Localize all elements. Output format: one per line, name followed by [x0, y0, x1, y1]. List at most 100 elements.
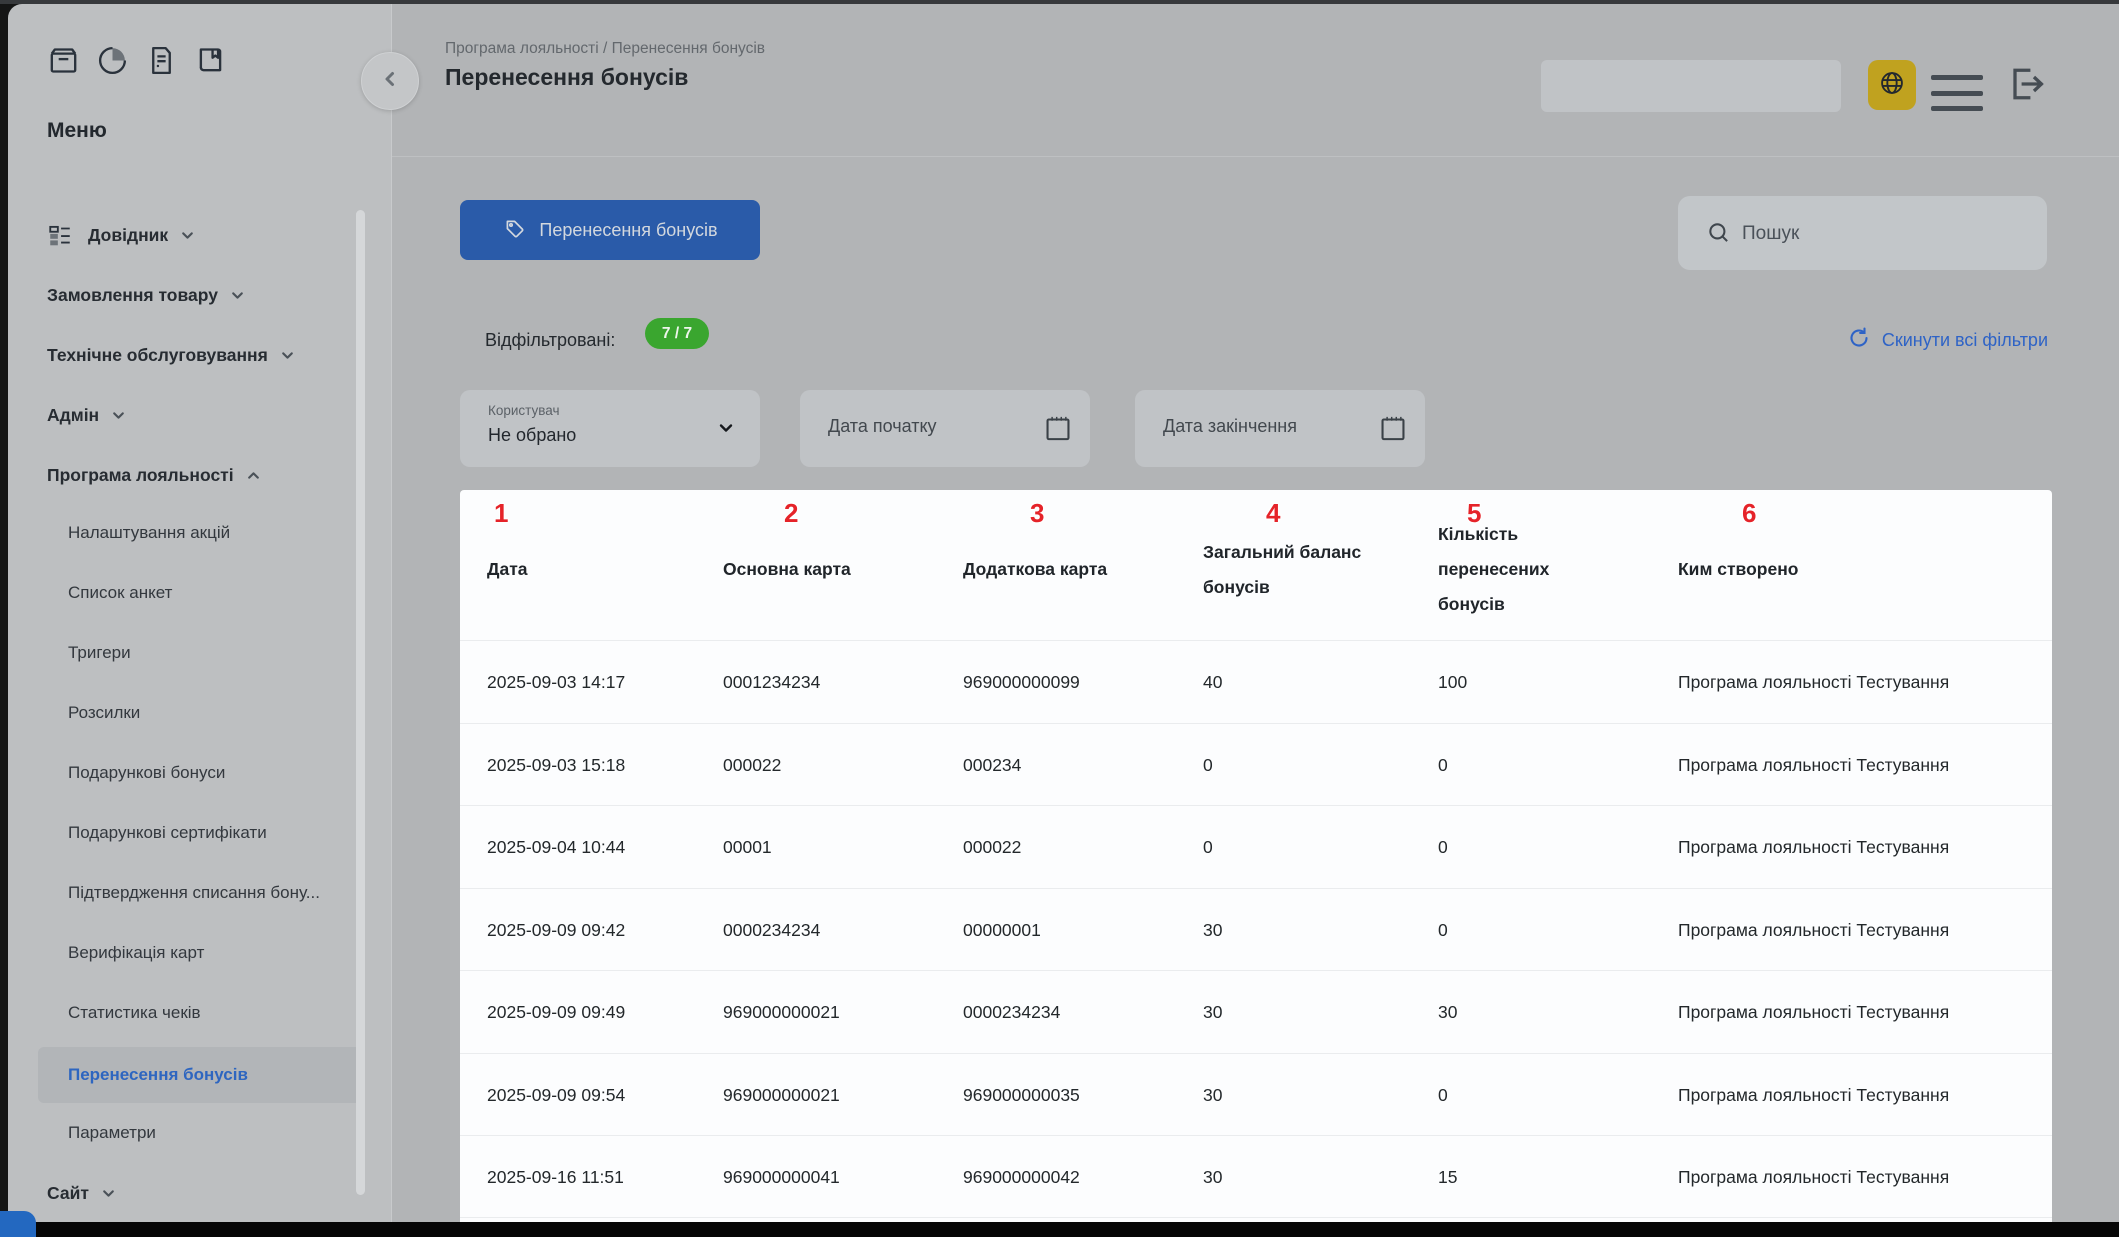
sidebar-item-loyalty-7[interactable]: Верифікація карт — [68, 938, 371, 968]
cell-date: 2025-09-09 09:49 — [487, 971, 625, 1054]
cell-transferred: 15 — [1438, 1136, 1457, 1219]
sidebar-item-section-0[interactable]: Довідник — [47, 220, 371, 250]
sidebar-item-label: Статистика чеків — [68, 1003, 201, 1023]
book-icon[interactable] — [194, 44, 227, 77]
table-row[interactable]: 2025-09-03 14:17000123423496900000009940… — [460, 640, 2052, 724]
table-row[interactable]: 2025-09-09 09:54 969000000021 969000000035… — [460, 1053, 2052, 1137]
sidebar-item-loyalty-5[interactable]: Подарункові сертифікати — [68, 818, 371, 848]
cell-balance: 30 — [1203, 889, 1222, 972]
hamburger-icon — [1931, 75, 1983, 80]
filtered-count-badge: 7 / 7 — [645, 318, 709, 349]
calendar-icon — [1042, 411, 1074, 450]
cell-created-by: Програма лояльності Тестування — [1678, 971, 1949, 1054]
window-top-edge — [0, 0, 2119, 4]
cell-extra-card: 000022 — [963, 806, 1021, 889]
cell-created-by: Програма лояльності Тестування — [1678, 724, 1949, 807]
column-annotation-1: 1 — [494, 498, 508, 529]
sidebar-item-label: Підтвердження списання бону... — [68, 883, 320, 903]
archive-box-icon[interactable] — [47, 44, 80, 77]
cell-balance: 30 — [1203, 1136, 1222, 1219]
document-icon[interactable] — [145, 44, 178, 77]
user-filter-dropdown[interactable]: Користувач Не обрано — [460, 390, 760, 467]
sidebar-item-label: Технічне обслуговування — [47, 345, 268, 366]
sidebar-item-section-2[interactable]: Технічне обслуговування — [47, 340, 371, 370]
sidebar-item-loyalty-4[interactable]: Подарункові бонуси — [68, 758, 371, 788]
page-title: Перенесення бонусів — [445, 64, 688, 91]
calendar-icon — [1377, 411, 1409, 450]
refresh-icon — [1847, 326, 1871, 355]
sidebar-item-section-1[interactable]: Замовлення товару — [47, 280, 371, 310]
globe-icon — [1878, 69, 1906, 102]
sidebar-item-label: Параметри — [68, 1123, 156, 1143]
list-icon — [47, 222, 73, 248]
cell-balance: 0 — [1203, 806, 1213, 889]
sidebar-item-label: Налаштування акцій — [68, 523, 230, 543]
sidebar-item-loyalty-8[interactable]: Статистика чеків — [68, 998, 371, 1028]
sidebar-item-loyalty-10[interactable]: Параметри — [68, 1118, 371, 1148]
reset-filters-link[interactable]: Скинути всі фільтри — [1847, 326, 2048, 355]
column-annotation-3: 3 — [1030, 498, 1044, 529]
table-row[interactable]: 2025-09-03 15:1800002200023400Програма л… — [460, 723, 2052, 807]
sidebar-item-loyalty-2[interactable]: Тригери — [68, 638, 371, 668]
cell-date: 2025-09-09 09:54 — [487, 1054, 625, 1137]
logout-button[interactable] — [2003, 62, 2049, 110]
user-filter-value: Не обрано — [488, 425, 576, 446]
chevron-left-icon — [381, 70, 399, 93]
chevron-down-icon — [716, 418, 736, 443]
main-content: Програма лояльності / Перенесення бонусі… — [391, 4, 2119, 1222]
sidebar-item-loyalty-3[interactable]: Розсилки — [68, 698, 371, 728]
sidebar-item-label: Подарункові сертифікати — [68, 823, 267, 843]
cell-created-by: Програма лояльності Тестування — [1678, 806, 1949, 889]
sidebar-item-label: Сайт — [47, 1183, 89, 1204]
table-row[interactable]: 2025-09-09 09:49969000000021000023423430… — [460, 970, 2052, 1054]
cell-date: 2025-09-04 10:44 — [487, 806, 625, 889]
sidebar-collapse-button[interactable] — [361, 52, 419, 110]
cell-balance: 30 — [1203, 1054, 1222, 1137]
table-row[interactable]: 2025-09-09 09:42000023423400000001300Про… — [460, 888, 2052, 972]
cell-extra-card: 969000000035 — [963, 1054, 1080, 1137]
sidebar-item-loyalty-1[interactable]: Список анкет — [68, 578, 371, 608]
cell-main-card: 969000000041 — [723, 1136, 840, 1219]
bottom-left-blue-element — [0, 1211, 36, 1237]
cell-main-card: 969000000021 — [723, 1054, 840, 1137]
sidebar-item-label: Замовлення товару — [47, 285, 218, 306]
sidebar-item-loyalty-9-active[interactable]: Перенесення бонусів — [38, 1047, 365, 1103]
pie-chart-icon[interactable] — [96, 44, 129, 77]
cell-created-by: Програма лояльності Тестування — [1678, 641, 1949, 724]
sidebar-item-label: Перенесення бонусів — [68, 1065, 248, 1085]
tag-icon — [502, 216, 526, 245]
cell-transferred: 30 — [1438, 971, 1457, 1054]
date-start-placeholder: Дата початку — [828, 416, 937, 437]
sidebar-item-loyalty-0[interactable]: Налаштування акцій — [68, 518, 371, 548]
search-input[interactable] — [1740, 196, 2034, 272]
sidebar-item-section-4[interactable]: Програма лояльності — [47, 460, 371, 490]
cell-transferred: 0 — [1438, 889, 1448, 972]
cell-transferred: 100 — [1438, 641, 1467, 724]
bonus-transfer-button[interactable]: Перенесення бонусів — [460, 200, 760, 260]
sidebar-scrollbar[interactable] — [356, 210, 365, 1195]
table-row[interactable]: 2025-09-16 11:51969000000041969000000042… — [460, 1135, 2052, 1219]
user-info-redacted[interactable] — [1541, 60, 1841, 112]
cell-extra-card: 969000000042 — [963, 1136, 1080, 1219]
hamburger-menu-button[interactable] — [1931, 75, 1983, 111]
cell-balance: 0 — [1203, 724, 1213, 807]
chevron-down-icon — [280, 348, 295, 363]
sidebar-item-loyalty-6[interactable]: Підтвердження списання бону... — [68, 878, 371, 908]
language-button[interactable] — [1868, 60, 1916, 110]
cell-main-card: 0001234234 — [723, 641, 820, 724]
sidebar-item-label: Подарункові бонуси — [68, 763, 225, 783]
cell-date: 2025-09-03 14:17 — [487, 641, 625, 724]
date-start-filter[interactable]: Дата початку — [800, 390, 1090, 467]
sidebar-item-label: Список анкет — [68, 583, 172, 603]
table-row[interactable]: 2025-09-04 10:440000100002200Програма ло… — [460, 805, 2052, 889]
filtered-label: Відфільтровані: — [485, 330, 615, 351]
cell-extra-card: 969000000099 — [963, 641, 1080, 724]
sidebar-item-section-3[interactable]: Адмін — [47, 400, 371, 430]
sidebar-item-label: Довідник — [88, 225, 168, 246]
sidebar-item-label: Адмін — [47, 405, 99, 426]
cell-created-by: Програма лояльності Тестування — [1678, 1054, 1949, 1137]
cell-extra-card: 00000001 — [963, 889, 1041, 972]
date-end-filter[interactable]: Дата закінчення — [1135, 390, 1425, 467]
sidebar-item-site[interactable]: Сайт — [47, 1178, 371, 1208]
cell-extra-card: 000234 — [963, 724, 1021, 807]
